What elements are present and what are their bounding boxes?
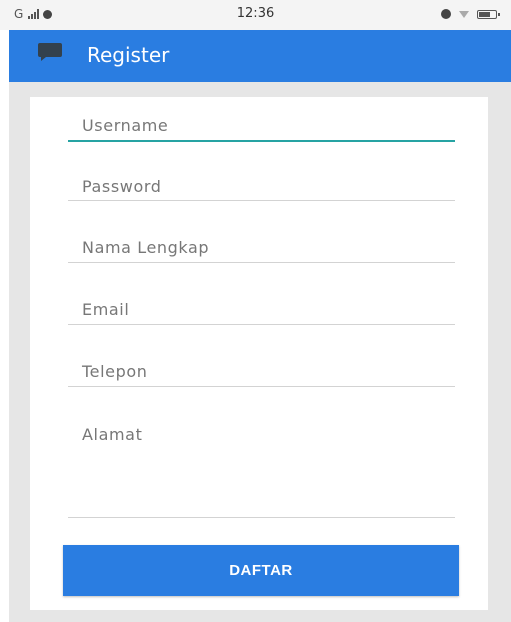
battery-icon: [477, 9, 500, 19]
address-placeholder: Alamat: [82, 425, 143, 444]
chat-bubble-icon: [38, 43, 62, 61]
register-button[interactable]: DAFTAR: [63, 545, 459, 596]
address-underline: [68, 517, 455, 518]
username-field[interactable]: Username: [68, 110, 455, 144]
email-underline: [68, 324, 455, 325]
password-placeholder: Password: [82, 177, 162, 196]
wifi-icon: [459, 10, 469, 18]
full-name-underline: [68, 262, 455, 263]
full-name-field[interactable]: Nama Lengkap: [68, 233, 455, 267]
address-field[interactable]: Alamat: [68, 420, 455, 520]
status-bar: G 12:36: [0, 0, 511, 30]
status-time: 12:36: [236, 6, 275, 21]
page-title: Register: [87, 43, 170, 67]
phone-field[interactable]: Telepon: [68, 357, 455, 391]
password-underline: [68, 200, 455, 201]
email-field[interactable]: Email: [68, 295, 455, 329]
phone-placeholder: Telepon: [82, 362, 148, 381]
phone-underline: [68, 386, 455, 387]
status-right: [441, 9, 500, 19]
app-bar: Register: [9, 30, 511, 82]
email-placeholder: Email: [82, 300, 130, 319]
username-underline: [68, 140, 455, 142]
password-field[interactable]: Password: [68, 172, 455, 206]
alarm-icon: [441, 9, 451, 19]
username-placeholder: Username: [82, 116, 169, 135]
full-name-placeholder: Nama Lengkap: [82, 238, 210, 257]
